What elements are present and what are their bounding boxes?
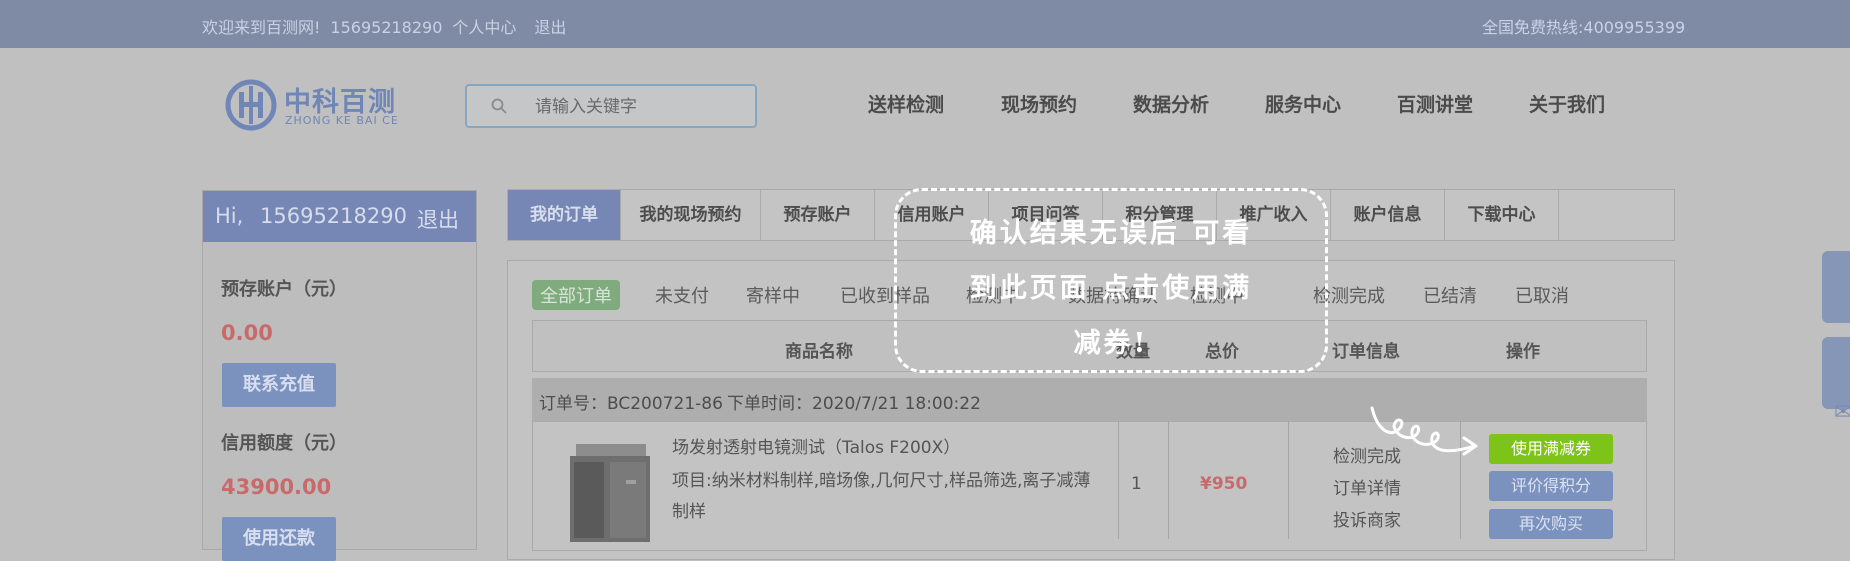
callout-line1: 确认结果无误后 可看 [969,218,1253,249]
order-detail-link[interactable]: 订单详情 [1333,474,1401,499]
tab-download-center[interactable]: 下载中心 [1445,190,1559,240]
rebuy-button[interactable]: 再次购买 [1489,509,1613,539]
order-price: ¥950 [1200,474,1248,494]
top-bar-left: 欢迎来到百测网! 15695218290 个人中心 退出 [202,14,576,38]
welcome-text: 欢迎来到百测网! [202,18,321,37]
nav-about-us[interactable]: 关于我们 [1529,90,1605,117]
pointer-arrow-icon [1370,406,1478,456]
filter-cancelled[interactable]: 已取消 [1515,282,1569,308]
nav-service-center[interactable]: 服务中心 [1265,90,1341,117]
floating-chat-widget[interactable] [1822,251,1850,323]
column-divider [1118,421,1119,539]
personal-center-link[interactable]: 个人中心 [452,18,516,37]
sidebar-logout-link[interactable]: 退出 [417,204,459,234]
product-image [570,444,650,542]
th-product-name: 商品名称 [785,342,853,362]
top-phone[interactable]: 15695218290 [330,18,442,37]
filter-sending-sample[interactable]: 寄样中 [746,282,800,308]
top-bar: 欢迎来到百测网! 15695218290 个人中心 退出 全国免费热线:4009955… [0,0,1850,48]
complain-link[interactable]: 投诉商家 [1333,506,1401,531]
order-quantity: 1 [1131,474,1142,494]
floating-contact-widget[interactable] [1822,337,1850,409]
prepaid-value: 0.00 [221,321,273,345]
order-number: 订单号：BC200721-86 [539,394,723,414]
nav-data-analysis[interactable]: 数据分析 [1133,90,1209,117]
nav-sample-testing[interactable]: 送样检测 [868,90,944,117]
filter-settled[interactable]: 已结清 [1423,282,1477,308]
search-icon [491,98,507,114]
nav-lecture-hall[interactable]: 百测讲堂 [1397,90,1473,117]
filter-all-orders[interactable]: 全部订单 [532,280,620,310]
tab-prepaid-account[interactable]: 预存账户 [761,190,875,240]
hotline-text: 全国免费热线:4009955399 [1482,18,1686,37]
column-divider [1288,421,1289,539]
product-desc-line2: 制样 [672,502,706,522]
repay-button[interactable]: 使用还款 [222,517,336,561]
floating-message-icon[interactable]: ✉ [1834,400,1850,430]
tab-account-info[interactable]: 账户信息 [1331,190,1445,240]
credit-label: 信用额度（元） [221,433,347,454]
th-order-info: 订单信息 [1332,342,1400,362]
callout-line2: 到此页面 点击使用满 [969,273,1253,304]
th-operations: 操作 [1506,342,1540,362]
sidebar-greeting: Hi, 15695218290 退出 [203,191,476,242]
order-time: 下单时间：2020/7/21 18:00:22 [727,394,981,414]
account-sidebar: Hi, 15695218290 退出 预存账户（元） 0.00 联系充值 信用额… [202,190,477,561]
logo-subtext: ZHONG KE BAI CE [285,114,399,127]
search-input[interactable] [533,94,747,120]
filter-unpaid[interactable]: 未支付 [655,282,709,308]
greeting-text: Hi, [215,204,244,228]
callout-line3: 减券! [1073,328,1149,359]
search-box[interactable] [465,84,757,128]
prepaid-label: 预存账户（元） [221,279,347,300]
column-divider [1168,421,1169,539]
rate-button[interactable]: 评价得积分 [1489,471,1613,501]
tab-onsite-booking[interactable]: 我的现场预约 [621,190,761,240]
tab-my-orders[interactable]: 我的订单 [508,190,621,240]
product-desc-line1: 项目:纳米材料制样,暗场像,几何尺寸,样品筛选,离子减薄 [672,471,1091,491]
product-title[interactable]: 场发射透射电镜测试（Talos F200X） [672,433,960,458]
use-coupon-button[interactable]: 使用满减券 [1489,434,1613,464]
credit-value: 43900.00 [221,475,332,499]
site-logo[interactable]: 中科百测 ZHONG KE BAI CE [224,78,424,138]
logo-mark-icon [225,79,277,131]
nav-onsite-booking[interactable]: 现场预约 [1001,90,1077,117]
recharge-button[interactable]: 联系充值 [222,363,336,407]
top-logout-link[interactable]: 退出 [534,18,566,37]
sidebar-phone: 15695218290 [260,204,407,228]
